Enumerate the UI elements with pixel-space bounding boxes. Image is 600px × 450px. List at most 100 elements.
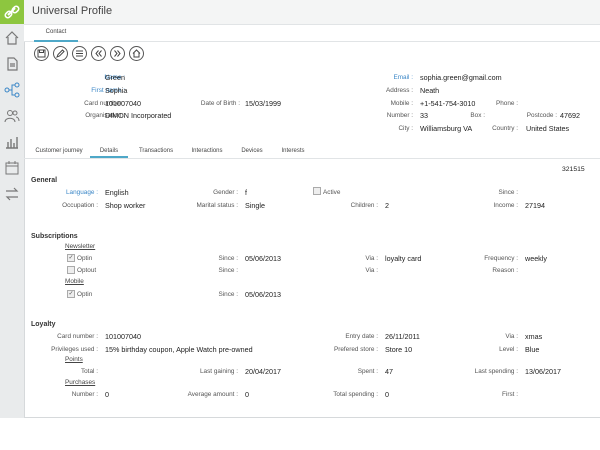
occupation-value: Shop worker: [105, 201, 146, 210]
marital-label: Marital status :: [196, 202, 238, 209]
save-button[interactable]: [34, 46, 49, 61]
edit-button[interactable]: [53, 46, 68, 61]
tab-interactions[interactable]: Interactions: [184, 145, 230, 157]
box-label: Box :: [470, 112, 485, 119]
mobile-optin-label: Optin: [77, 291, 93, 298]
newsletter-via-value: loyalty card: [385, 254, 422, 263]
list-button[interactable]: [72, 46, 87, 61]
newsletter-optin-checkbox[interactable]: ✓: [67, 254, 75, 262]
double-chevron-right-icon: [114, 50, 121, 57]
mobile-since-label: Since :: [218, 291, 238, 298]
country-label: Country :: [492, 125, 518, 132]
occupation-label: Occupation :: [62, 202, 98, 209]
last-gaining-value: 20/04/2017: [245, 367, 281, 376]
tab-details[interactable]: Details: [90, 145, 128, 158]
top-bar: Universal Profile: [24, 0, 600, 25]
points-link[interactable]: Points: [65, 356, 83, 363]
save-icon: [37, 49, 46, 58]
bottom-divider: [24, 417, 600, 418]
tab-devices[interactable]: Devices: [234, 145, 270, 157]
city-value: Williamsburg VA: [420, 124, 473, 133]
sidebar: [0, 0, 25, 418]
organisation-value: DIMON Incorporated: [105, 111, 172, 120]
home-icon[interactable]: [4, 30, 20, 46]
calendar-icon[interactable]: [4, 160, 20, 176]
tab-transactions[interactable]: Transactions: [132, 145, 180, 157]
chart-icon[interactable]: [4, 134, 20, 150]
mobile-link[interactable]: Mobile: [65, 278, 84, 285]
document-icon[interactable]: [4, 56, 20, 72]
last-gaining-label: Last gaining :: [199, 368, 238, 375]
pencil-icon: [56, 49, 65, 58]
children-label: Children :: [350, 202, 378, 209]
country-value: United States: [526, 124, 570, 133]
dob-value: 15/03/1999: [245, 99, 281, 108]
last-spending-label: Last spending :: [474, 368, 518, 375]
email-value: sophia.green@gmail.com: [420, 73, 502, 82]
previous-button[interactable]: [91, 46, 106, 61]
marital-value: Single: [245, 201, 265, 210]
loyalty-card-value: 101007040: [105, 332, 141, 341]
hierarchy-icon[interactable]: [4, 82, 20, 98]
card-value: 101007040: [105, 99, 141, 108]
postcode-value: 47692: [560, 111, 580, 120]
phone-label: Phone :: [495, 100, 518, 107]
list-icon: [76, 50, 83, 57]
name-value: Green: [105, 73, 125, 82]
spent-value: 47: [385, 367, 393, 376]
address-label: Address :: [386, 87, 413, 94]
purchases-number-value: 0: [105, 390, 109, 399]
home-icon: [132, 49, 141, 58]
home-button[interactable]: [129, 46, 144, 61]
active-checkbox[interactable]: [313, 187, 321, 195]
top-tabbar: Contact: [24, 25, 600, 42]
double-chevron-left-icon: [95, 50, 102, 57]
postcode-label: Postcode :: [526, 112, 557, 119]
general-title: General: [31, 177, 58, 184]
number-value: 33: [420, 111, 428, 120]
dob-label: Date of Birth :: [200, 100, 240, 107]
subscriptions-title: Subscriptions: [31, 233, 78, 240]
newsletter-since-label: Since :: [218, 255, 238, 262]
newsletter-link[interactable]: Newsletter: [65, 243, 95, 250]
detail-tabbar: Customer journey Details Transactions In…: [24, 145, 600, 159]
average-amount-label: Average amount :: [187, 391, 238, 398]
transfer-icon[interactable]: [4, 186, 20, 202]
users-icon[interactable]: [4, 108, 20, 124]
address-value: Neath: [420, 86, 440, 95]
newsletter-frequency-value: weekly: [525, 254, 547, 263]
children-value: 2: [385, 201, 389, 210]
purchases-number-label: Number :: [71, 391, 98, 398]
total-spending-label: Total spending :: [333, 391, 378, 398]
last-spending-value: 13/06/2017: [525, 367, 561, 376]
spent-label: Spent :: [357, 368, 378, 375]
purchases-link[interactable]: Purchases: [65, 379, 95, 386]
newsletter-via-label: Via :: [365, 255, 378, 262]
level-label: Level :: [499, 346, 518, 353]
loyalty-card-label: Card number :: [57, 333, 98, 340]
store-label: Prefered store :: [333, 346, 378, 353]
gender-label: Gender :: [213, 189, 238, 196]
newsletter-optin-label: Optin: [77, 255, 93, 262]
total-spending-value: 0: [385, 390, 389, 399]
points-total-label: Total :: [80, 368, 98, 375]
link-icon: [4, 5, 20, 19]
gender-value: f: [245, 188, 247, 197]
average-amount-value: 0: [245, 390, 249, 399]
loyalty-via-value: xmas: [525, 332, 543, 341]
privileges-label: Privileges used :: [51, 346, 98, 353]
language-value: English: [105, 188, 129, 197]
tab-contact[interactable]: Contact: [34, 25, 78, 42]
app-title: Universal Profile: [32, 5, 113, 17]
loyalty-via-label: Via :: [505, 333, 518, 340]
tab-customer-journey[interactable]: Customer journey: [30, 145, 88, 157]
mobile-value: +1-541-754-3010: [420, 99, 476, 108]
tab-interests[interactable]: Interests: [274, 145, 312, 157]
next-button[interactable]: [110, 46, 125, 61]
city-label: City :: [398, 125, 413, 132]
newsletter-optout-checkbox[interactable]: [67, 266, 75, 274]
app-logo[interactable]: [0, 0, 24, 24]
mobile-optin-checkbox[interactable]: ✓: [67, 290, 75, 298]
income-label: Income :: [493, 202, 518, 209]
newsletter-optout-label: Optout: [77, 267, 97, 274]
